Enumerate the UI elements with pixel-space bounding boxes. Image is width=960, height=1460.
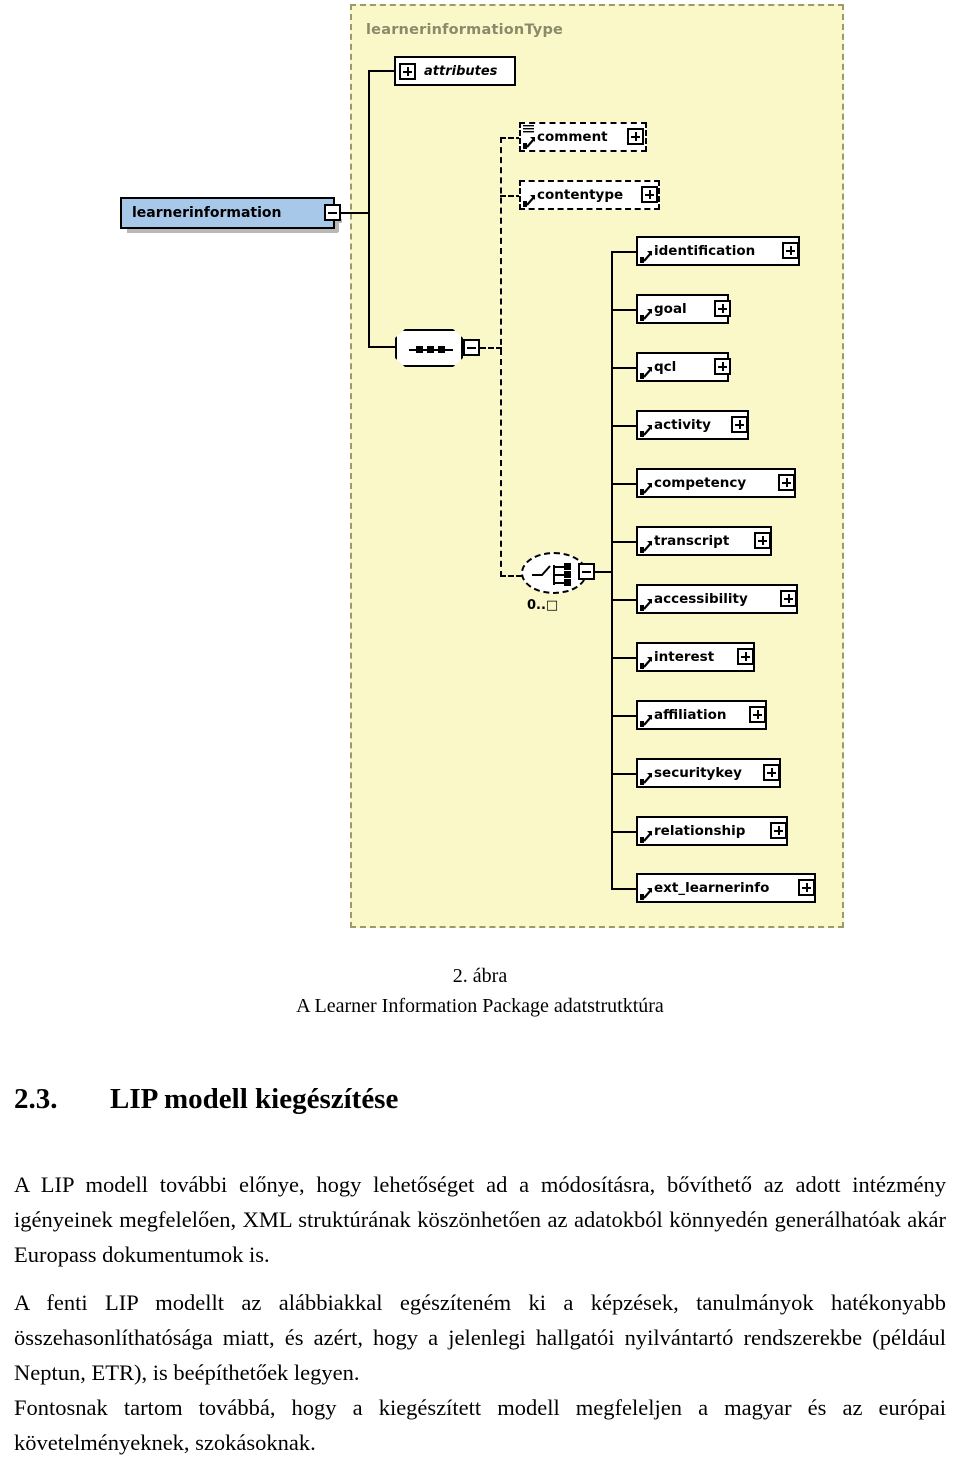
complex-type-label: learnerinformationType bbox=[366, 22, 564, 38]
paragraph-3: Fontosnak tartom továbbá, hogy a kiegész… bbox=[14, 1395, 946, 1455]
connector-branch bbox=[611, 773, 637, 775]
attributes-label: attributes bbox=[424, 63, 498, 79]
element-label: comment bbox=[537, 129, 608, 145]
connector-elements-trunk bbox=[611, 251, 613, 888]
paragraph-1: A LIP modell további előnye, hogy lehető… bbox=[14, 1172, 946, 1267]
expand-plus-icon-identification[interactable] bbox=[782, 242, 799, 259]
element-ext-learnerinfo[interactable]: ext_learnerinfo bbox=[636, 873, 820, 907]
element-label: contentype bbox=[537, 187, 624, 203]
expand-plus-icon-qcl[interactable] bbox=[714, 358, 731, 375]
connector-to-sequence bbox=[368, 346, 396, 348]
connector-branch bbox=[611, 831, 637, 833]
connector-branch bbox=[611, 888, 637, 890]
element-label: transcript bbox=[654, 533, 730, 549]
connector-trunk-main bbox=[368, 70, 370, 348]
connector-sequence-trunk bbox=[500, 137, 502, 577]
expand-plus-icon-affiliation[interactable] bbox=[749, 706, 766, 723]
expand-plus-icon-accessibility[interactable] bbox=[780, 590, 797, 607]
connector-branch bbox=[611, 657, 637, 659]
element-learnerinformation[interactable]: learnerinformation bbox=[120, 197, 339, 233]
xsd-diagram: learnerinformationType learnerinformatio… bbox=[0, 0, 960, 945]
connector-branch bbox=[611, 483, 637, 485]
connector-branch bbox=[611, 715, 637, 717]
element-label: competency bbox=[654, 475, 747, 491]
expand-plus-icon-securitykey[interactable] bbox=[763, 764, 780, 781]
choice-cardinality-label: 0..□ bbox=[527, 598, 559, 613]
expand-plus-icon-transcript[interactable] bbox=[754, 532, 771, 549]
expand-plus-icon-relationship[interactable] bbox=[770, 822, 787, 839]
element-label: goal bbox=[654, 301, 687, 317]
element-contentype[interactable]: contentype bbox=[519, 180, 664, 214]
element-label: identification bbox=[654, 243, 756, 259]
element-label: activity bbox=[654, 417, 711, 433]
sequence-compositor-node[interactable] bbox=[395, 329, 463, 367]
element-transcript[interactable]: transcript bbox=[636, 526, 776, 560]
connector-branch bbox=[611, 541, 637, 543]
expand-plus-icon-competency[interactable] bbox=[778, 474, 795, 491]
section-heading: 2.3. LIP modell kiegészítése bbox=[14, 1083, 946, 1116]
element-label: learnerinformation bbox=[132, 205, 282, 221]
connector-to-choice bbox=[500, 575, 522, 577]
element-label: securitykey bbox=[654, 765, 742, 781]
connector-root-to-trunk bbox=[341, 212, 369, 214]
section-number: 2.3. bbox=[14, 1083, 58, 1115]
collapse-minus-icon-sequence[interactable] bbox=[463, 339, 481, 358]
element-label: ext_learnerinfo bbox=[654, 880, 770, 896]
connector-sequence-out bbox=[480, 347, 502, 349]
paragraph-2: A fenti LIP modellt az alábbiakkal egész… bbox=[14, 1290, 946, 1385]
element-label: relationship bbox=[654, 823, 746, 839]
expand-plus-icon-activity[interactable] bbox=[731, 416, 748, 433]
expand-plus-icon-goal[interactable] bbox=[714, 300, 731, 317]
figure-title: A Learner Information Package adatstrutk… bbox=[296, 995, 664, 1017]
section-title: LIP modell kiegészítése bbox=[110, 1083, 399, 1115]
expand-plus-icon-ext-learnerinfo[interactable] bbox=[798, 879, 815, 896]
sequence-content-icon bbox=[523, 125, 534, 133]
element-accessibility[interactable]: accessibility bbox=[636, 584, 802, 618]
collapse-minus-icon-root[interactable] bbox=[324, 204, 342, 223]
expand-plus-icon-comment[interactable] bbox=[627, 128, 644, 145]
connector-branch bbox=[611, 251, 637, 253]
connector-to-attributes bbox=[368, 70, 396, 72]
element-label: qcl bbox=[654, 359, 677, 375]
element-competency[interactable]: competency bbox=[636, 468, 800, 502]
element-label: interest bbox=[654, 649, 715, 665]
expand-plus-icon-interest[interactable] bbox=[737, 648, 754, 665]
element-securitykey[interactable]: securitykey bbox=[636, 758, 785, 792]
connector-branch bbox=[611, 425, 637, 427]
element-relationship[interactable]: relationship bbox=[636, 816, 792, 850]
expand-plus-icon-attributes[interactable] bbox=[399, 63, 416, 80]
connector-branch bbox=[611, 367, 637, 369]
connector-branch bbox=[611, 309, 637, 311]
element-affiliation[interactable]: affiliation bbox=[636, 700, 771, 734]
figure-number: 2. ábra bbox=[452, 965, 508, 987]
collapse-minus-icon-choice[interactable] bbox=[578, 563, 596, 582]
element-label: accessibility bbox=[654, 591, 748, 607]
expand-plus-icon-contentype[interactable] bbox=[641, 186, 658, 203]
connector-branch bbox=[611, 599, 637, 601]
choice-branch-icon bbox=[532, 563, 571, 586]
element-label: affiliation bbox=[654, 707, 727, 723]
element-identification[interactable]: identification bbox=[636, 236, 804, 270]
